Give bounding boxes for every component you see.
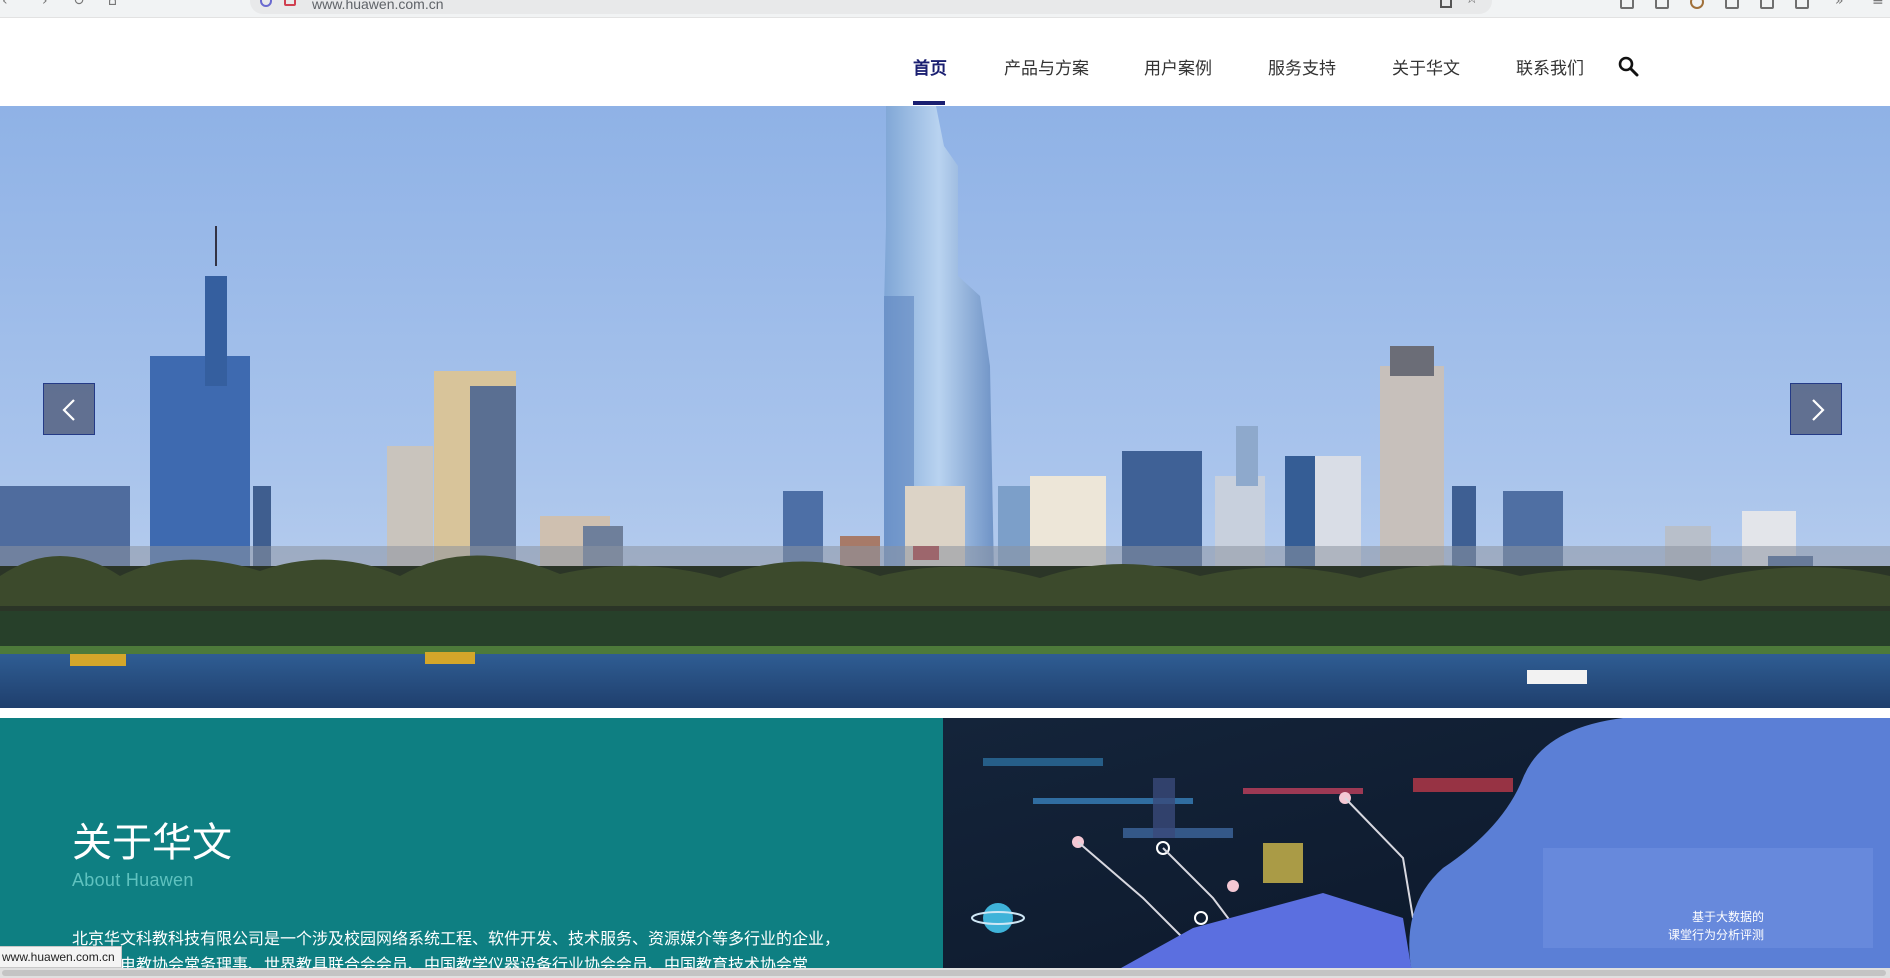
hero-carousel[interactable]	[0, 106, 1890, 708]
status-bar-url: www.huawen.com.cn	[0, 946, 122, 968]
home-icon[interactable]: ⌂	[108, 0, 117, 8]
carousel-next-button[interactable]	[1790, 383, 1842, 435]
nav-item-about[interactable]: 关于华文	[1392, 54, 1460, 79]
nav-item-products[interactable]: 产品与方案	[1004, 54, 1089, 79]
nav-active-indicator	[913, 101, 945, 105]
about-section: 关于华文 About Huawen 北京华文科教科技有限公司是一个涉及校园网络系…	[0, 718, 943, 978]
bookmark-star-icon[interactable]: ☆	[1465, 0, 1478, 7]
history-icon[interactable]	[1760, 0, 1774, 9]
browser-toolbar: ‹ › ↻ ⌂ www.huawen.com.cn ☆ » ≡	[0, 0, 1890, 18]
nav-item-cases[interactable]: 用户案例	[1144, 54, 1212, 79]
hero-city-skyline-image	[0, 106, 1890, 708]
menu-icon[interactable]: ≡	[1872, 0, 1884, 8]
forward-icon[interactable]: ›	[42, 0, 48, 8]
address-url[interactable]: www.huawen.com.cn	[312, 0, 444, 12]
about-title: 关于华文	[72, 820, 232, 866]
nav-item-support[interactable]: 服务支持	[1268, 54, 1336, 79]
reload-icon[interactable]: ↻	[73, 0, 85, 8]
site-info-icon[interactable]	[284, 0, 296, 6]
more-tools-icon[interactable]: »	[1835, 0, 1844, 8]
back-icon[interactable]: ‹	[2, 0, 8, 8]
about-description-line: 北京华文科教科技有限公司是一个涉及校园网络系统工程、软件开发、技术服务、资源媒介…	[72, 929, 841, 948]
poster-line-2: 课堂行为分析评测	[1667, 928, 1764, 942]
scrollbar-thumb[interactable]	[2, 970, 1886, 976]
horizontal-scrollbar[interactable]	[0, 968, 1890, 978]
search-icon[interactable]	[1617, 55, 1639, 77]
qr-code-icon[interactable]	[1440, 0, 1452, 8]
profile-avatar-icon[interactable]	[1690, 0, 1704, 9]
nav-item-contact[interactable]: 联系我们	[1516, 54, 1584, 79]
shield-icon[interactable]	[260, 0, 272, 7]
chevron-right-icon	[1812, 399, 1825, 421]
about-visual: 基于大数据的 课堂行为分析评测	[943, 718, 1890, 978]
extension-icon[interactable]	[1725, 0, 1739, 9]
save-icon[interactable]	[1655, 0, 1669, 9]
copy-icon[interactable]	[1795, 0, 1809, 9]
download-icon[interactable]	[1620, 0, 1634, 9]
poster-line-1: 基于大数据的	[1691, 910, 1764, 924]
about-subtitle: About Huawen	[72, 870, 194, 890]
carousel-prev-button[interactable]	[43, 383, 95, 435]
nav-item-home[interactable]: 首页	[913, 54, 947, 79]
site-header: 首页 产品与方案 用户案例 服务支持 关于华文 联系我们	[0, 18, 1890, 106]
chevron-left-icon	[62, 399, 75, 421]
address-bar[interactable]: www.huawen.com.cn ☆	[250, 0, 1492, 14]
